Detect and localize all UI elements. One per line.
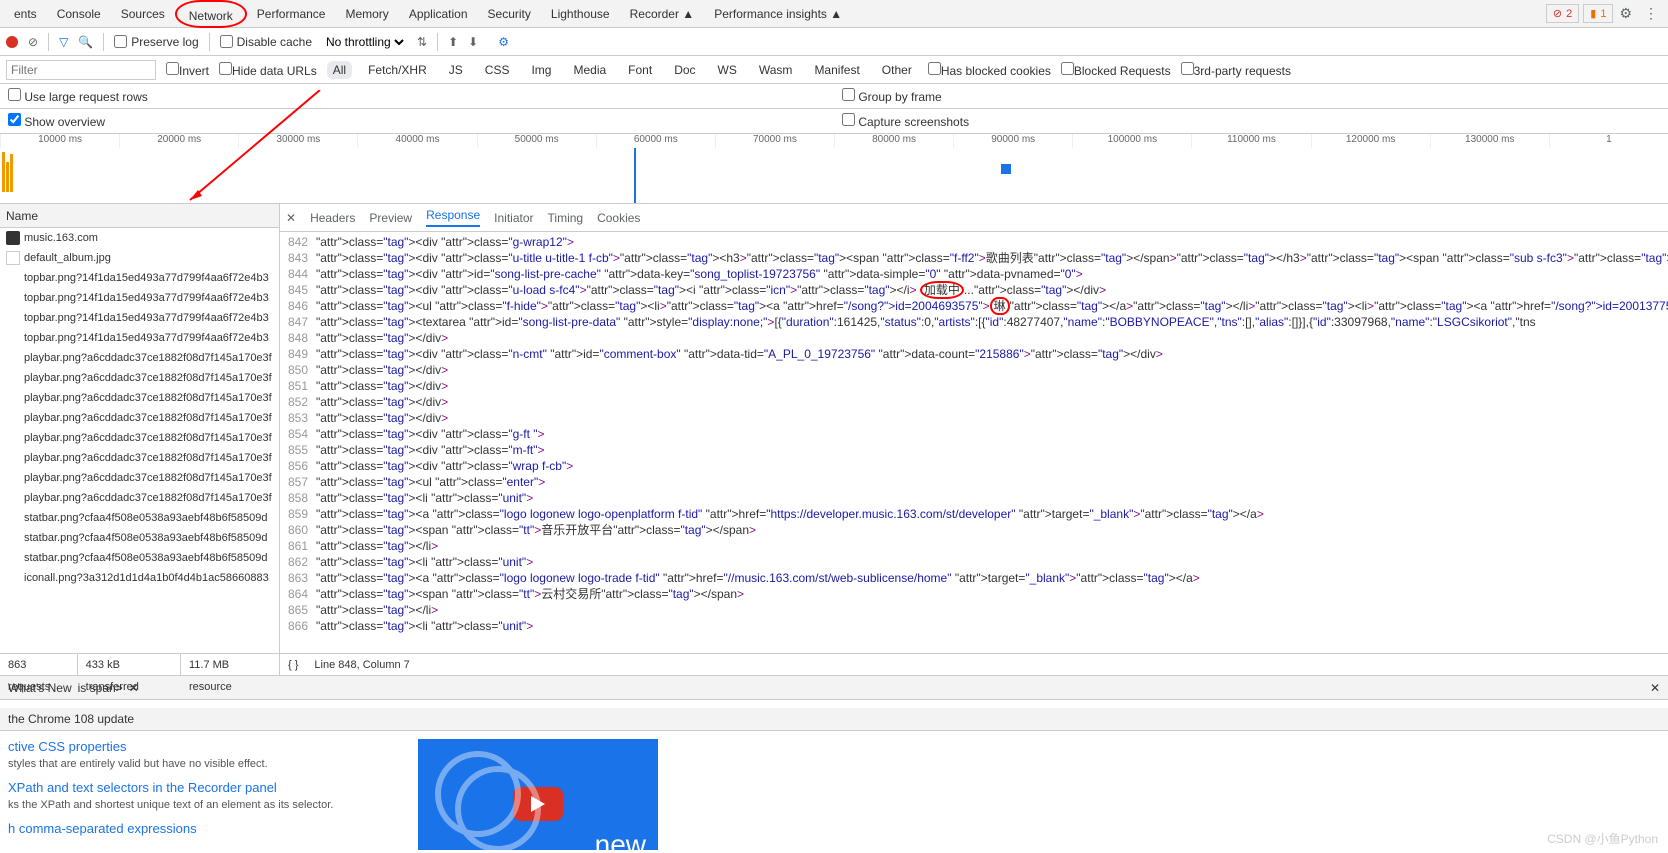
type-js[interactable]: JS — [443, 61, 469, 79]
request-row[interactable]: topbar.png?14f1da15ed493a77d799f4aa6f72e… — [0, 288, 279, 308]
tab-perf-insights[interactable]: Performance insights ▲ — [704, 0, 852, 28]
blocked-cookies-checkbox[interactable]: Has blocked cookies — [928, 62, 1051, 78]
type-all[interactable]: All — [327, 61, 352, 79]
preserve-log-checkbox[interactable]: Preserve log — [114, 35, 198, 49]
filter-bar: Invert Hide data URLs All Fetch/XHR JS C… — [0, 56, 1668, 84]
request-row[interactable]: playbar.png?a6cddadc37ce1882f08d7f145a17… — [0, 428, 279, 448]
request-row[interactable]: playbar.png?a6cddadc37ce1882f08d7f145a17… — [0, 388, 279, 408]
dtab-cookies[interactable]: Cookies — [597, 211, 640, 225]
filter-icon[interactable]: ▽ — [59, 35, 68, 49]
devtools-tabs: ents Console Sources Network Performance… — [0, 0, 1668, 28]
wn-card-2[interactable]: XPath and text selectors in the Recorder… — [8, 780, 378, 811]
hide-data-urls-checkbox[interactable]: Hide data URLs — [219, 62, 317, 78]
record-button[interactable] — [6, 36, 18, 48]
request-row[interactable]: playbar.png?a6cddadc37ce1882f08d7f145a17… — [0, 408, 279, 428]
chrome-update-text: the Chrome 108 update — [0, 708, 1668, 731]
tab-recorder[interactable]: Recorder ▲ — [620, 0, 705, 28]
dtab-preview[interactable]: Preview — [369, 211, 412, 225]
type-img[interactable]: Img — [525, 61, 557, 79]
type-wasm[interactable]: Wasm — [753, 61, 799, 79]
warning-badge[interactable]: ▮ 1 — [1583, 4, 1613, 23]
type-manifest[interactable]: Manifest — [808, 61, 865, 79]
wn-card-1[interactable]: ctive CSS propertiesstyles that are enti… — [8, 739, 378, 770]
request-row[interactable]: topbar.png?14f1da15ed493a77d799f4aa6f72e… — [0, 308, 279, 328]
request-row[interactable]: playbar.png?a6cddadc37ce1882f08d7f145a17… — [0, 468, 279, 488]
tab-performance[interactable]: Performance — [247, 0, 336, 28]
whats-new-panel: What's New is span> ✕ ✕ the Chrome 108 u… — [0, 675, 1668, 850]
options-row-1: Use large request rows Group by frame — [0, 84, 1668, 109]
cursor-status: { }Line 848, Column 7 — [280, 653, 1668, 675]
download-icon[interactable]: ⬇ — [468, 35, 478, 49]
request-row[interactable]: iconall.png?3a312d1d1d4a1b0f4d4b1ac58660… — [0, 568, 279, 588]
tab-lighthouse[interactable]: Lighthouse — [541, 0, 620, 28]
type-ws[interactable]: WS — [712, 61, 743, 79]
request-row[interactable]: music.163.com — [0, 228, 279, 248]
third-party-checkbox[interactable]: 3rd-party requests — [1181, 62, 1291, 78]
gear-icon[interactable]: ⚙ — [498, 35, 509, 49]
request-row[interactable]: topbar.png?14f1da15ed493a77d799f4aa6f72e… — [0, 328, 279, 348]
disable-cache-checkbox[interactable]: Disable cache — [220, 35, 312, 49]
dtab-headers[interactable]: Headers — [310, 211, 355, 225]
filter-input[interactable] — [6, 60, 156, 80]
request-row[interactable]: statbar.png?cfaa4f508e0538a93aebf48b6f58… — [0, 548, 279, 568]
request-row[interactable]: default_album.jpg — [0, 248, 279, 268]
blocked-requests-checkbox[interactable]: Blocked Requests — [1061, 62, 1171, 78]
tab-console[interactable]: Console — [47, 0, 111, 28]
type-media[interactable]: Media — [567, 61, 612, 79]
upload-icon[interactable]: ⬆ — [448, 35, 458, 49]
request-row[interactable]: playbar.png?a6cddadc37ce1882f08d7f145a17… — [0, 488, 279, 508]
close-drawer-icon[interactable]: ✕ — [1650, 681, 1660, 695]
request-row[interactable]: playbar.png?a6cddadc37ce1882f08d7f145a17… — [0, 348, 279, 368]
large-rows-checkbox[interactable]: Use large request rows — [8, 88, 148, 104]
timeline-overview[interactable]: 10000 ms20000 ms30000 ms40000 ms50000 ms… — [0, 134, 1668, 204]
tab-network[interactable]: Network — [175, 0, 247, 28]
error-badge[interactable]: ⊘ 2 — [1546, 4, 1579, 23]
request-row[interactable]: statbar.png?cfaa4f508e0538a93aebf48b6f58… — [0, 508, 279, 528]
request-row[interactable]: playbar.png?a6cddadc37ce1882f08d7f145a17… — [0, 368, 279, 388]
request-row[interactable]: topbar.png?14f1da15ed493a77d799f4aa6f72e… — [0, 268, 279, 288]
throttling-select[interactable]: No throttling — [322, 34, 407, 50]
search-icon[interactable]: 🔍 — [78, 35, 93, 49]
video-thumbnail[interactable]: new — [418, 739, 658, 850]
clear-icon[interactable]: ⊘ — [28, 35, 38, 49]
tab-elements[interactable]: ents — [4, 0, 47, 28]
network-status: 863 requests 433 kB transferred 11.7 MB … — [0, 653, 280, 675]
tab-sources[interactable]: Sources — [111, 0, 175, 28]
watermark: CSDN @小鱼Python — [1547, 830, 1658, 847]
dtab-initiator[interactable]: Initiator — [494, 211, 533, 225]
type-fetchxhr[interactable]: Fetch/XHR — [362, 61, 433, 79]
settings-icon[interactable]: ⚙ — [1613, 5, 1638, 22]
tab-application[interactable]: Application — [399, 0, 478, 28]
group-frame-checkbox[interactable]: Group by frame — [842, 88, 942, 104]
request-list: Name music.163.comdefault_album.jpgtopba… — [0, 204, 280, 675]
network-toolbar: ⊘ ▽ 🔍 Preserve log Disable cache No thro… — [0, 28, 1668, 56]
tab-security[interactable]: Security — [478, 0, 541, 28]
name-header[interactable]: Name — [0, 204, 279, 228]
dtab-timing[interactable]: Timing — [548, 211, 584, 225]
wn-card-3[interactable]: h comma-separated expressions — [8, 821, 378, 836]
type-doc[interactable]: Doc — [668, 61, 701, 79]
type-font[interactable]: Font — [622, 61, 658, 79]
close-detail-icon[interactable]: ✕ — [286, 211, 296, 225]
wifi-icon[interactable]: ⇅ — [417, 35, 427, 49]
response-code[interactable]: 842"attr">class="tag"><div "attr">class=… — [280, 232, 1668, 653]
tab-memory[interactable]: Memory — [335, 0, 398, 28]
options-row-2: Show overview Capture screenshots — [0, 109, 1668, 134]
request-row[interactable]: statbar.png?cfaa4f508e0538a93aebf48b6f58… — [0, 528, 279, 548]
type-other[interactable]: Other — [876, 61, 918, 79]
show-overview-checkbox[interactable]: Show overview — [8, 113, 105, 129]
request-detail: ✕ Headers Preview Response Initiator Tim… — [280, 204, 1668, 675]
type-css[interactable]: CSS — [479, 61, 516, 79]
capture-screenshots-checkbox[interactable]: Capture screenshots — [842, 113, 969, 129]
request-row[interactable]: playbar.png?a6cddadc37ce1882f08d7f145a17… — [0, 448, 279, 468]
invert-checkbox[interactable]: Invert — [166, 62, 209, 78]
more-icon[interactable]: ⋮ — [1638, 5, 1664, 22]
dtab-response[interactable]: Response — [426, 208, 480, 227]
